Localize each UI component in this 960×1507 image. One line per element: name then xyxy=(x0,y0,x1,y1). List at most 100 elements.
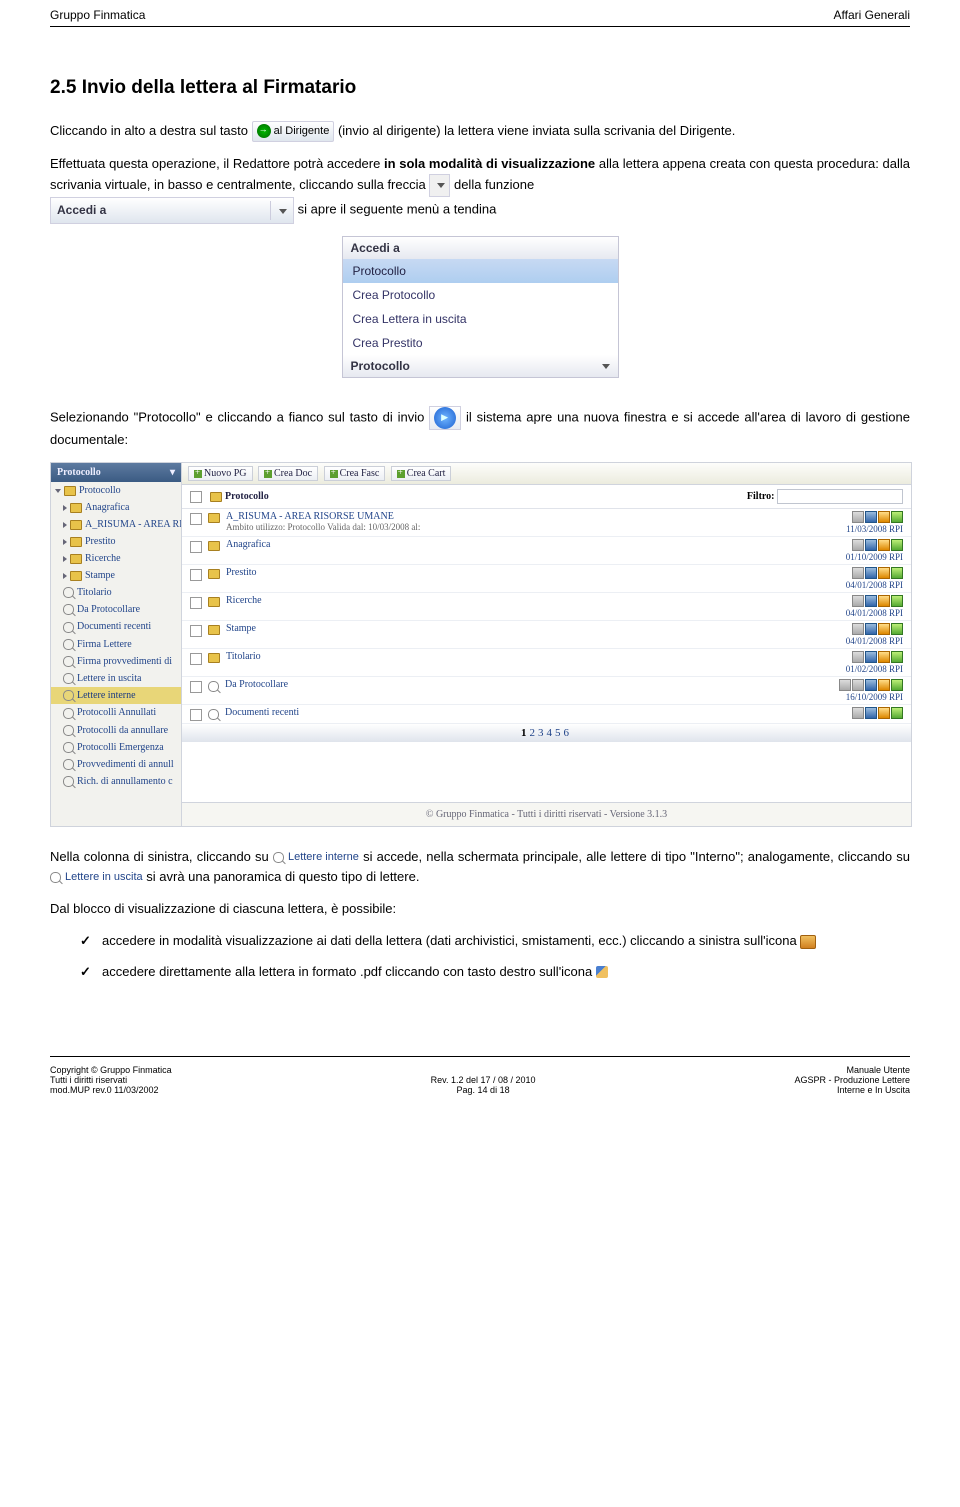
table-row[interactable]: Documenti recenti xyxy=(182,705,911,724)
status-icon xyxy=(891,679,903,691)
row-checkbox[interactable] xyxy=(190,541,202,553)
sidebar-item[interactable]: Protocolli Emergenza xyxy=(51,739,181,756)
row-text: Prestito xyxy=(226,567,793,578)
sidebar-dropdown[interactable]: Protocollo▾ xyxy=(51,463,181,482)
status-icon xyxy=(891,595,903,607)
page-4[interactable]: 4 xyxy=(547,727,556,739)
sidebar-item-lettere-interne[interactable]: Lettere interne xyxy=(51,687,181,704)
toolbar-nuovo-pg[interactable]: Nuovo PG xyxy=(188,466,253,481)
row-meta: 04/01/2008 RPI xyxy=(793,623,903,646)
toolbar-crea-doc[interactable]: Crea Doc xyxy=(258,466,318,481)
sidebar-item[interactable]: Protocolli da annullare xyxy=(51,722,181,739)
table-row[interactable]: Prestito04/01/2008 RPI xyxy=(182,565,911,593)
footer-right: Manuale Utente AGSPR - Produzione Letter… xyxy=(794,1065,910,1095)
folder-icon xyxy=(208,653,220,663)
accedi-a-dropdown[interactable]: Accedi a xyxy=(50,197,294,224)
lettere-in-uscita-link[interactable]: Lettere in uscita xyxy=(50,869,143,886)
accedi-a-menu: Accedi a Protocollo Crea Protocollo Crea… xyxy=(342,236,619,378)
page-5[interactable]: 5 xyxy=(555,727,564,739)
section-title: 2.5 Invio della lettera al Firmatario xyxy=(50,77,910,99)
row-text: A_RISUMA - AREA RISORSE UMANEAmbito util… xyxy=(226,511,793,532)
menu-item-crea-protocollo[interactable]: Crea Protocollo xyxy=(343,283,618,307)
page-3[interactable]: 3 xyxy=(538,727,547,739)
go-button[interactable] xyxy=(429,406,461,430)
status-icon xyxy=(865,623,877,635)
row-text: Stampe xyxy=(226,623,793,634)
status-icon xyxy=(878,539,890,551)
status-icon xyxy=(878,623,890,635)
sidebar-root[interactable]: Protocollo xyxy=(51,482,181,499)
status-icon xyxy=(891,707,903,719)
row-checkbox[interactable] xyxy=(190,597,202,609)
sidebar-item[interactable]: Lettere in uscita xyxy=(51,670,181,687)
sidebar-item[interactable]: Da Protocollare xyxy=(51,601,181,618)
menu-item-protocollo[interactable]: Protocollo xyxy=(343,259,618,283)
table-row[interactable]: Da Protocollare16/10/2009 RPI xyxy=(182,677,911,705)
sidebar-folder[interactable]: A_RISUMA - AREA RISO xyxy=(51,516,181,533)
row-checkbox[interactable] xyxy=(190,513,202,525)
status-icon xyxy=(852,539,864,551)
paragraph-1: Cliccando in alto a destra sul tasto al … xyxy=(50,121,910,142)
table-row[interactable]: Titolario01/02/2008 RPI xyxy=(182,649,911,677)
sidebar-item[interactable]: Rich. di annullamento c xyxy=(51,773,181,790)
bullet-2: accedere direttamente alla lettera in fo… xyxy=(80,962,910,982)
table-row[interactable]: Stampe04/01/2008 RPI xyxy=(182,621,911,649)
page-2[interactable]: 2 xyxy=(530,727,539,739)
row-meta: 04/01/2008 RPI xyxy=(793,567,903,590)
row-checkbox[interactable] xyxy=(190,681,202,693)
page-6[interactable]: 6 xyxy=(564,727,573,739)
toolbar-crea-cart[interactable]: Crea Cart xyxy=(391,466,452,481)
footer-center: Rev. 1.2 del 17 / 08 / 2010 Pag. 14 di 1… xyxy=(431,1075,536,1095)
toolbar-crea-fasc[interactable]: Crea Fasc xyxy=(324,466,386,481)
sidebar-item[interactable]: Protocolli Annullati xyxy=(51,704,181,721)
status-icon xyxy=(865,511,877,523)
row-checkbox[interactable] xyxy=(190,569,202,581)
page-1[interactable]: 1 xyxy=(521,727,530,739)
status-icon xyxy=(891,567,903,579)
folder-icon xyxy=(208,569,220,579)
sidebar-folder[interactable]: Prestito xyxy=(51,533,181,550)
folder-icon xyxy=(208,541,220,551)
sidebar-folder[interactable]: Anagrafica xyxy=(51,499,181,516)
row-checkbox[interactable] xyxy=(190,653,202,665)
sidebar-item[interactable]: Firma Lettere xyxy=(51,636,181,653)
menu-item-crea-lettera[interactable]: Crea Lettera in uscita xyxy=(343,307,618,331)
al-dirigente-button[interactable]: al Dirigente xyxy=(252,121,335,142)
menu-item-crea-prestito[interactable]: Crea Prestito xyxy=(343,331,618,355)
folder-icon xyxy=(208,625,220,635)
lettere-interne-link[interactable]: Lettere interne xyxy=(273,849,359,866)
status-icon xyxy=(865,567,877,579)
status-icon xyxy=(891,623,903,635)
row-text: Ricerche xyxy=(226,595,793,606)
sidebar-folder[interactable]: Ricerche xyxy=(51,550,181,567)
list-title: Protocollo xyxy=(225,491,269,502)
dropdown-arrow-icon[interactable] xyxy=(429,174,450,197)
status-icon xyxy=(878,567,890,579)
select-all-checkbox[interactable] xyxy=(190,491,202,503)
row-checkbox[interactable] xyxy=(190,625,202,637)
filter-input[interactable] xyxy=(777,489,903,504)
sidebar-item[interactable]: Firma provvedimenti di xyxy=(51,653,181,670)
sidebar-folder[interactable]: Stampe xyxy=(51,567,181,584)
table-row[interactable]: Ricerche04/01/2008 RPI xyxy=(182,593,911,621)
status-icon xyxy=(852,567,864,579)
send-icon xyxy=(257,124,271,138)
filter: Filtro: xyxy=(747,489,903,504)
row-checkbox[interactable] xyxy=(190,709,202,721)
table-row[interactable]: Anagrafica01/10/2009 RPI xyxy=(182,537,911,565)
status-icon xyxy=(878,511,890,523)
search-icon xyxy=(50,872,61,883)
row-text: Titolario xyxy=(226,651,793,662)
table-row[interactable]: A_RISUMA - AREA RISORSE UMANEAmbito util… xyxy=(182,509,911,537)
sidebar-item[interactable]: Titolario xyxy=(51,584,181,601)
sidebar-item[interactable]: Provvedimenti di annull xyxy=(51,756,181,773)
status-icon xyxy=(878,651,890,663)
search-icon xyxy=(208,709,219,720)
menu-footer[interactable]: Protocollo xyxy=(343,355,618,377)
search-icon xyxy=(208,681,219,692)
status-icon xyxy=(852,595,864,607)
sidebar-item[interactable]: Documenti recenti xyxy=(51,618,181,635)
bullet-1: accedere in modalità visualizzazione ai … xyxy=(80,931,910,951)
status-icon xyxy=(865,707,877,719)
row-text: Da Protocollare xyxy=(225,679,793,690)
